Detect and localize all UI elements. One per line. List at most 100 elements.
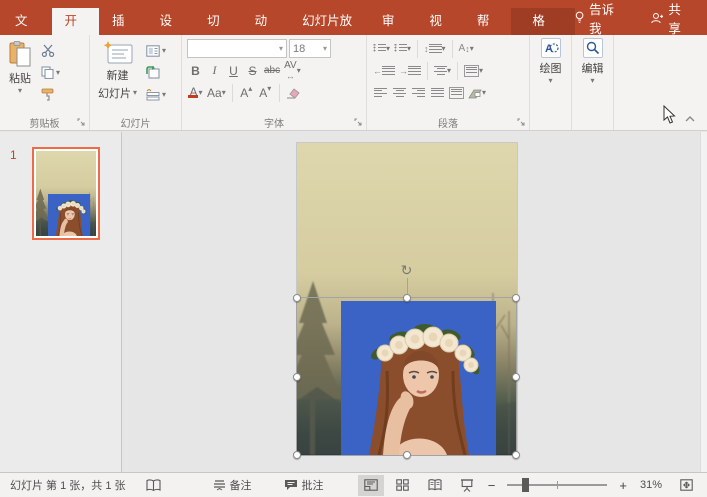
increase-indent-icon <box>408 66 421 76</box>
zoom-slider-midpoint <box>557 481 558 489</box>
strikethrough-button[interactable]: S <box>244 61 261 80</box>
copy-button[interactable]: ▾ <box>39 64 62 81</box>
slide-thumbnail-panel: 1 <box>0 132 122 472</box>
resize-handle-top-left[interactable] <box>293 294 301 302</box>
change-case-button[interactable]: Aa ▾ <box>206 83 227 102</box>
tell-me-button[interactable]: 告诉我 <box>575 0 620 37</box>
portrait-picture[interactable] <box>341 301 496 455</box>
align-text-button[interactable]: ▾ <box>463 61 484 80</box>
tab-review[interactable]: 审阅 <box>369 8 417 35</box>
tab-design[interactable]: 设计 <box>147 8 195 35</box>
tab-help[interactable]: 帮助 <box>464 8 512 35</box>
text-shadow-button[interactable]: abc <box>263 61 281 80</box>
normal-view-button[interactable] <box>358 475 384 496</box>
zoom-level-button[interactable]: 31% <box>635 473 667 497</box>
bold-button[interactable]: B <box>187 61 204 80</box>
dropdown-arrow-icon: ▾ <box>18 88 22 94</box>
smartart-convert-button[interactable]: ▾ <box>467 83 487 102</box>
tab-slideshow[interactable]: 幻灯片放映 <box>289 8 369 35</box>
align-left-button[interactable] <box>372 83 389 102</box>
align-right-button[interactable] <box>410 83 427 102</box>
shrink-font-button[interactable]: A ▾ <box>257 83 274 102</box>
format-painter-button[interactable] <box>39 86 62 103</box>
distribute-button[interactable] <box>448 83 465 102</box>
align-center-button[interactable] <box>391 83 408 102</box>
reading-view-button[interactable] <box>422 475 448 496</box>
increase-indent-button[interactable]: → <box>398 61 422 80</box>
zoom-out-button[interactable]: − <box>486 473 498 497</box>
line-spacing-button[interactable]: ↕ ▾ <box>423 39 447 58</box>
normal-view-icon <box>364 479 378 491</box>
editing-label: 编辑 <box>582 60 604 76</box>
tab-animations[interactable]: 动画 <box>242 8 290 35</box>
font-name-combo[interactable]: ▾ <box>187 39 287 58</box>
bullets-button[interactable]: ▾ <box>372 39 391 58</box>
dropdown-arrow-icon: ▾ <box>479 68 483 74</box>
resize-handle-bottom-center[interactable] <box>403 451 411 459</box>
vertical-scrollbar[interactable] <box>700 132 707 472</box>
slide-layout-button[interactable]: ▾ <box>144 42 168 59</box>
zoom-level-value: 31% <box>640 479 662 491</box>
slideshow-view-button[interactable] <box>454 475 480 496</box>
italic-button[interactable]: I <box>206 61 223 80</box>
zoom-slider[interactable] <box>507 484 607 486</box>
tab-view[interactable]: 视图 <box>416 8 464 35</box>
dropdown-arrow-icon: ▾ <box>548 78 552 84</box>
section-button[interactable]: ▾ <box>144 86 168 103</box>
powerpoint-window: 文件 开始 插入 设计 切换 动画 幻灯片放映 审阅 视图 帮助 格式 告诉我 <box>0 0 707 497</box>
resize-handle-top-right[interactable] <box>512 294 520 302</box>
slide-counter: 幻灯片 第 1 张，共 1 张 <box>5 473 131 497</box>
editing-group: 编辑 ▾ <box>572 35 614 130</box>
zoom-slider-thumb[interactable] <box>522 478 529 492</box>
slide-canvas-area[interactable]: ↻ <box>123 132 707 472</box>
slide-thumbnail[interactable] <box>32 147 100 240</box>
tab-home[interactable]: 开始 <box>52 8 100 35</box>
zoom-in-button[interactable]: + <box>617 473 629 497</box>
paste-button[interactable]: 粘贴 ▾ <box>5 39 35 115</box>
resize-handle-middle-left[interactable] <box>293 373 301 381</box>
character-spacing-button[interactable]: AV ↔ ▾ <box>283 61 302 80</box>
paragraph-dialog-launcher[interactable] <box>517 118 526 127</box>
font-size-combo[interactable]: 18 ▾ <box>289 39 331 58</box>
share-button[interactable]: 共享 <box>651 0 689 37</box>
eraser-icon <box>286 87 300 99</box>
rotate-handle[interactable]: ↻ <box>399 262 415 278</box>
ribbon-spacer <box>614 35 707 130</box>
resize-handle-middle-right[interactable] <box>512 373 520 381</box>
underline-button[interactable]: U <box>225 61 242 80</box>
notes-toggle-button[interactable]: 备注 <box>208 473 257 497</box>
clipboard-dialog-launcher[interactable] <box>77 118 86 127</box>
fit-slide-to-window-button[interactable] <box>673 475 699 496</box>
columns-button[interactable]: ▾ <box>433 61 452 80</box>
drawing-button[interactable]: A 绘图 ▾ <box>530 35 571 84</box>
reset-slide-button[interactable] <box>144 64 168 81</box>
decrease-indent-button[interactable]: ← <box>372 61 396 80</box>
comments-toggle-button[interactable]: 批注 <box>279 473 329 497</box>
drawing-label: 绘图 <box>540 60 562 76</box>
resize-handle-bottom-right[interactable] <box>512 451 520 459</box>
dropdown-arrow-icon: ▾ <box>323 44 327 53</box>
editing-button[interactable]: 编辑 ▾ <box>572 35 613 84</box>
clear-formatting-button[interactable] <box>285 83 302 102</box>
grow-font-button[interactable]: A ▴ <box>238 83 255 102</box>
cut-scissors-icon <box>41 44 55 57</box>
font-color-button[interactable]: A ▾ <box>187 83 204 102</box>
text-direction-button[interactable]: A ↕ ▾ <box>458 39 475 58</box>
tab-file[interactable]: 文件 <box>0 8 52 35</box>
accessibility-check-button[interactable] <box>141 473 166 497</box>
status-bar: 幻灯片 第 1 张，共 1 张 备注 批注 <box>0 472 707 497</box>
tab-transitions[interactable]: 切换 <box>194 8 242 35</box>
copy-icon <box>41 66 54 79</box>
tab-insert[interactable]: 插入 <box>99 8 147 35</box>
font-dialog-launcher[interactable] <box>354 118 363 127</box>
resize-handle-top-center[interactable] <box>403 294 411 302</box>
numbering-button[interactable]: ▾ <box>393 39 412 58</box>
new-slide-button[interactable]: 新建 幻灯片 ▾ <box>95 39 140 115</box>
resize-handle-bottom-left[interactable] <box>293 451 301 459</box>
justify-button[interactable] <box>429 83 446 102</box>
cut-button[interactable] <box>39 42 62 59</box>
collapse-ribbon-button[interactable] <box>685 116 695 122</box>
slide-sorter-view-button[interactable] <box>390 475 416 496</box>
tab-format[interactable]: 格式 <box>511 8 575 35</box>
dropdown-arrow-icon: ▾ <box>482 90 486 96</box>
